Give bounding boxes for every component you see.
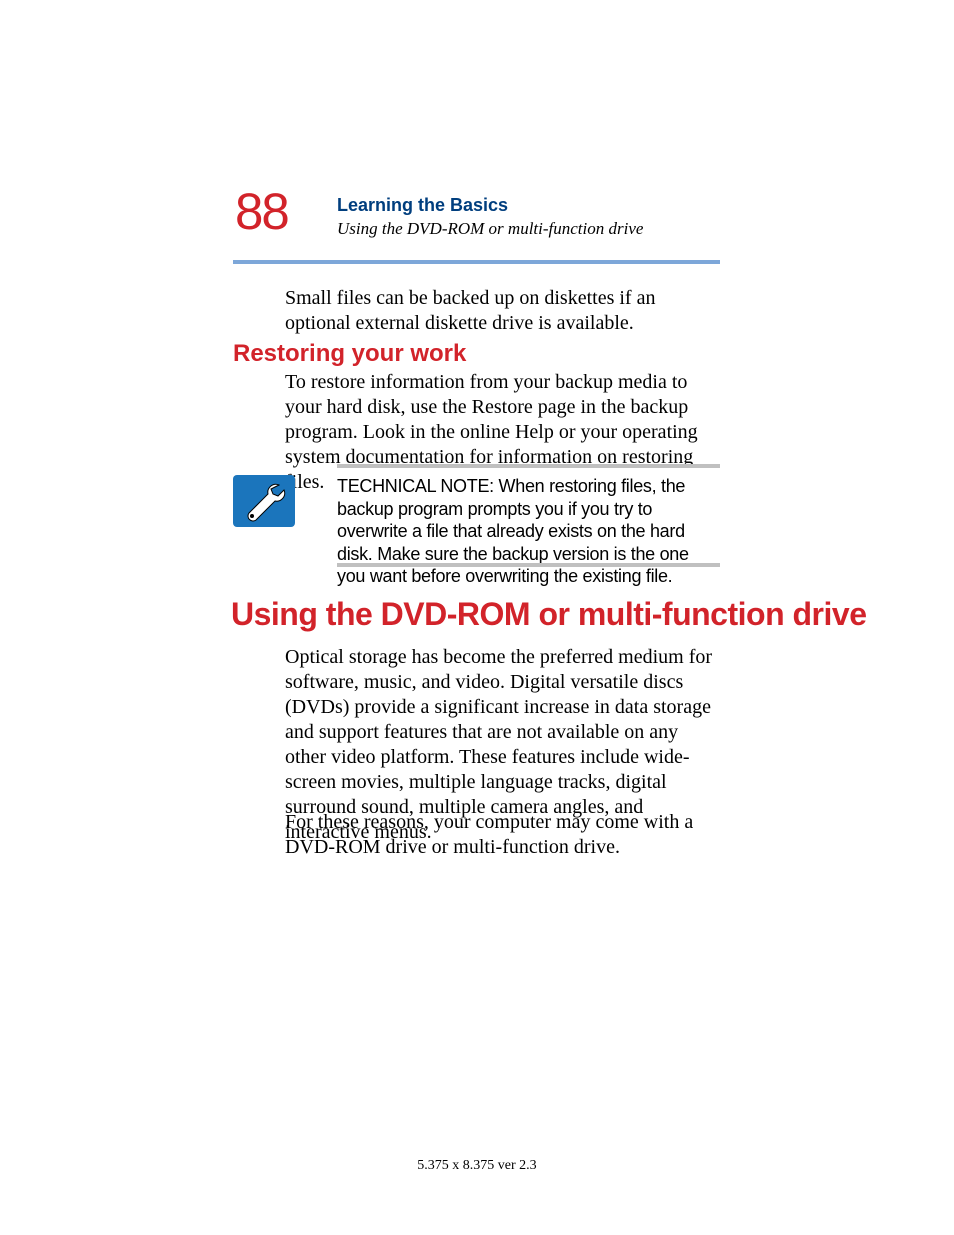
wrench-icon	[233, 475, 295, 527]
running-header: Learning the Basics Using the DVD-ROM or…	[337, 195, 643, 239]
intro-paragraph: Small files can be backed up on diskette…	[285, 286, 720, 336]
note-bottom-rule	[337, 563, 720, 567]
header-section-title: Using the DVD-ROM or multi-function driv…	[337, 219, 643, 239]
technical-note: TECHNICAL NOTE: When restoring files, th…	[337, 475, 720, 588]
header-chapter-title: Learning the Basics	[337, 195, 643, 217]
header-rule	[233, 260, 720, 264]
page-number: 88	[235, 186, 288, 237]
heading-dvd-rom: Using the DVD-ROM or multi-function driv…	[231, 596, 866, 633]
footer-text: 5.375 x 8.375 ver 2.3	[0, 1158, 954, 1174]
document-page: 88 Learning the Basics Using the DVD-ROM…	[0, 0, 954, 1235]
reasons-paragraph: For these reasons, your computer may com…	[285, 810, 720, 860]
note-top-rule	[337, 464, 720, 468]
subheading-restoring: Restoring your work	[233, 340, 466, 368]
